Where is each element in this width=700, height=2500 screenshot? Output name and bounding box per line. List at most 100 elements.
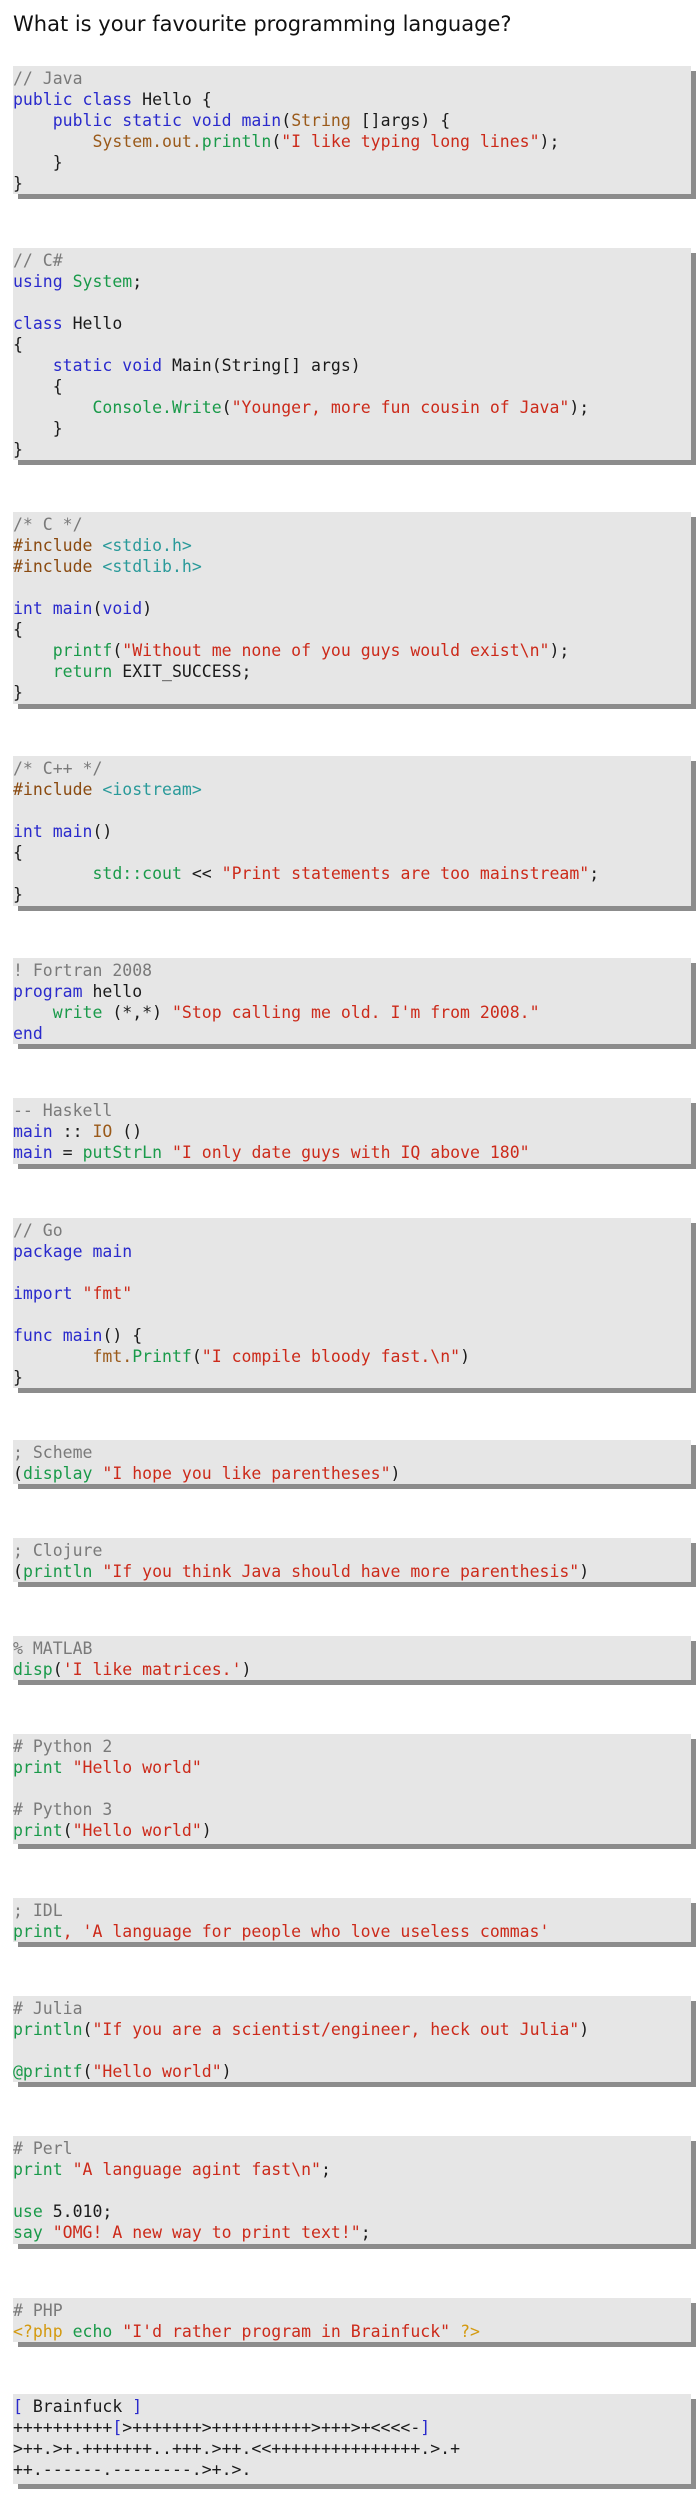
plain-token: ++.------.--------.>+.>. [13, 2460, 252, 2479]
comment-token: # Perl [13, 2139, 73, 2158]
code-block-idl: ; IDL print, 'A language for people who l… [13, 1898, 691, 1942]
code-line: { [13, 376, 691, 397]
keyword-token: static void [52, 356, 163, 375]
keyword-token: void [102, 599, 143, 618]
plain-token: Brainfuck [22, 2397, 133, 2416]
plain-token: () [92, 822, 113, 841]
code-line: #include <stdio.h> [13, 535, 691, 556]
plain-token: 5.010; [42, 2202, 113, 2221]
code-line: fmt.Printf("I compile bloody fast.\n") [13, 1346, 691, 1367]
keyword-token: end [13, 1024, 43, 1043]
code-matlab: % MATLAB disp('I like matrices.') [13, 1638, 691, 1680]
plain-token: } [13, 440, 23, 459]
plain-token: ( [191, 1347, 202, 1366]
string-token: "Hello world" [92, 2062, 222, 2081]
code-block-matlab: % MATLAB disp('I like matrices.') [13, 1636, 691, 1680]
string-token: "Hello world" [72, 1821, 202, 1840]
code-line: ; Clojure [13, 1540, 691, 1561]
code-block-clojure: ; Clojure (println "If you think Java sho… [13, 1538, 691, 1582]
string-token: "I'd rather program in Brainfuck" [122, 2322, 451, 2341]
code-go: // Gopackage main​import "fmt"​func main… [13, 1220, 691, 1388]
type-token: System.out. [92, 132, 202, 151]
code-line: main = putStrLn "I only date guys with I… [13, 1142, 691, 1163]
code-line: ​ [13, 1304, 691, 1325]
keyword-token: program [13, 982, 83, 1001]
keyword-token: int [13, 822, 43, 841]
code-block-python: # Python 2print "Hello world"​# Python 3… [13, 1734, 691, 1844]
plain-token: Hello [62, 314, 123, 333]
php-tag-token: <?php [13, 2322, 63, 2341]
code-line: import "fmt" [13, 1283, 691, 1304]
code-line: #include <stdlib.h> [13, 556, 691, 577]
plain-token: } [13, 683, 23, 702]
plain-token: } [13, 174, 23, 193]
code-idl: ; IDL print, 'A language for people who l… [13, 1900, 691, 1942]
code-line: (println "If you think Java should have … [13, 1561, 691, 1582]
function-token: say [13, 2223, 43, 2242]
plain-token: ( [271, 132, 282, 151]
function-token: echo [72, 2322, 113, 2341]
function-token: putStrLn [82, 1143, 163, 1162]
code-line: public class Hello { [13, 89, 691, 110]
code-line: ​ [13, 2180, 691, 2201]
function-token: write [52, 1003, 103, 1022]
function-token: return [52, 662, 113, 681]
function-token: disp [13, 1660, 53, 1679]
plain-token: ; [360, 2223, 371, 2242]
code-line: -- Haskell [13, 1100, 691, 1121]
code-line: >++.>+.+++++++..+++.>++.<<++++++++++++++… [13, 2438, 691, 2459]
code-line: return EXIT_SUCCESS; [13, 661, 691, 682]
code-block-scheme: ; Scheme (display "I hope you like parent… [13, 1440, 691, 1484]
function-token: std::cout [92, 864, 182, 883]
code-block-fortran: ! Fortran 2008 program hello write (*,*) … [13, 958, 691, 1044]
string-token: "I compile bloody fast.\n" [201, 1347, 461, 1366]
plain-token: ( [281, 111, 292, 130]
code-block-brainfuck: [ Brainfuck ] ++++++++++[>+++++++>+++++++… [13, 2394, 691, 2484]
function-token: @printf [13, 2062, 83, 2081]
code-clojure: ; Clojure (println "If you think Java sho… [13, 1540, 691, 1582]
plain-token: ( [82, 2062, 93, 2081]
code-line: ​ [13, 292, 691, 313]
code-fortran: ! Fortran 2008 program hello write (*,*) … [13, 960, 691, 1044]
type-token: String [291, 111, 351, 130]
include-token: <stdio.h> [102, 536, 192, 555]
code-line: { [13, 334, 691, 355]
function-token: print [13, 1922, 63, 1941]
code-csharp: // C#using System;​class Hello{ static v… [13, 250, 691, 460]
plain-token: = [52, 1143, 83, 1162]
plain-token: { [13, 620, 23, 639]
keyword-token: func [13, 1326, 53, 1345]
comment-token: /* C++ */ [13, 759, 103, 778]
code-line: main :: IO () [13, 1121, 691, 1142]
plain-token: ( [62, 1821, 73, 1840]
comment-token: ; Clojure [13, 1541, 103, 1560]
keyword-token: package main [13, 1242, 133, 1261]
plain-token: ) [460, 1347, 470, 1366]
code-block-csharp: // C#using System;​class Hello{ static v… [13, 248, 691, 460]
code-block-julia: # Julia println("If you are a scientist/e… [13, 1996, 691, 2082]
code-line: ​ [13, 577, 691, 598]
plain-token: EXIT_SUCCESS; [112, 662, 252, 681]
code-line: @printf("Hello world") [13, 2061, 691, 2082]
code-line: use 5.010; [13, 2201, 691, 2222]
plain-token: ) [390, 1464, 401, 1483]
preprocessor-token: #include [13, 557, 93, 576]
comment-token: // C# [13, 251, 63, 270]
keyword-token: main [241, 111, 282, 130]
keyword-token: public static void [52, 111, 232, 130]
plain-token: ++++++++++ [13, 2418, 113, 2437]
function-token: Console.Write [92, 398, 222, 417]
code-line: } [13, 439, 691, 460]
code-line: write (*,*) "Stop calling me old. I'm fr… [13, 1002, 691, 1023]
